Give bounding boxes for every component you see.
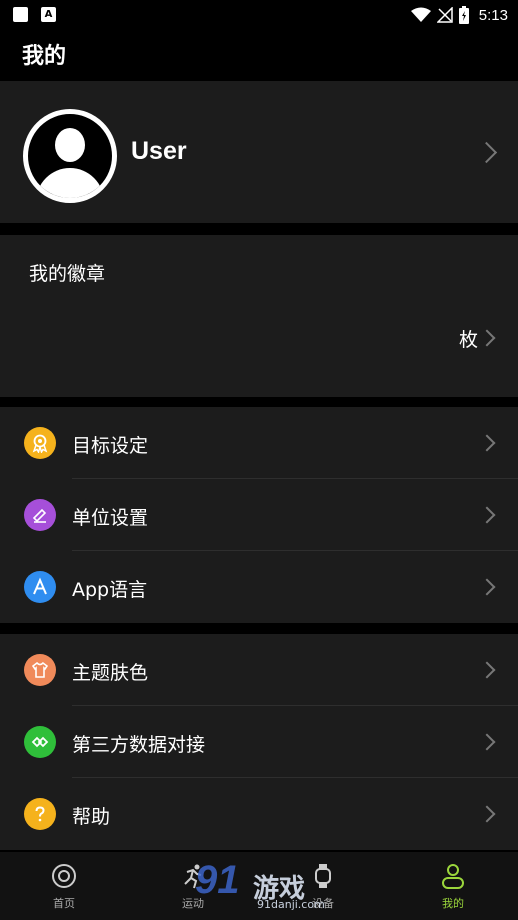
menu-item-units[interactable]: 单位设置: [0, 479, 518, 551]
notification-a-icon: A: [41, 7, 56, 22]
chevron-right-icon: [478, 578, 496, 596]
watch-icon: [315, 864, 331, 888]
running-icon: [184, 864, 202, 889]
notification-square-icon: [13, 7, 28, 22]
badges-count: 枚: [458, 329, 478, 351]
status-time: 5:13: [478, 6, 508, 24]
chevron-right-icon: [475, 141, 498, 164]
chevron-right-icon: [478, 506, 496, 524]
menu-item-label: 目标设定: [72, 435, 149, 457]
ruler-icon: [24, 499, 56, 531]
bottom-nav: 首页 运动 设备 我的: [0, 852, 518, 920]
menu-item-third-party[interactable]: 第三方数据对接: [0, 706, 518, 778]
nav-label: 首页: [53, 897, 75, 910]
medal-icon: [24, 427, 56, 459]
menu-item-goal[interactable]: 目标设定: [0, 407, 518, 479]
menu-item-label: App语言: [72, 579, 148, 601]
status-bar: A 5:13: [0, 0, 518, 30]
wifi-icon: [410, 7, 431, 22]
menu-item-label: 主题肤色: [72, 662, 149, 684]
menu-group-other: 主题肤色 第三方数据对接 帮助: [0, 634, 518, 850]
menu-item-label: 帮助: [72, 806, 111, 828]
menu-item-language[interactable]: App语言: [0, 551, 518, 623]
signal-icon: [436, 7, 453, 23]
profile-card[interactable]: User: [0, 81, 518, 223]
menu-item-label: 单位设置: [72, 507, 149, 529]
nav-tab-device[interactable]: 设备: [273, 852, 373, 920]
battery-icon: [458, 6, 469, 24]
link-icon: [24, 726, 56, 758]
chevron-right-icon: [478, 733, 496, 751]
menu-item-help[interactable]: 帮助: [0, 778, 518, 850]
badges-label: 我的徽章: [29, 263, 106, 285]
avatar[interactable]: [23, 109, 117, 203]
chevron-right-icon: [478, 661, 496, 679]
menu-item-theme[interactable]: 主题肤色: [0, 634, 518, 706]
nav-label: 设备: [312, 897, 334, 910]
nav-tab-sport[interactable]: 运动: [143, 852, 243, 920]
username: User: [131, 137, 187, 165]
menu-group-settings: 目标设定 单位设置 App语言: [0, 407, 518, 623]
avatar-head-icon: [55, 128, 85, 162]
badges-card[interactable]: 我的徽章 枚: [0, 235, 518, 397]
home-target-icon: [52, 864, 76, 888]
question-icon: [24, 798, 56, 830]
chevron-right-icon: [478, 329, 496, 347]
tshirt-icon: [24, 654, 56, 686]
menu-item-label: 第三方数据对接: [72, 734, 206, 756]
person-icon: [442, 864, 464, 889]
chevron-right-icon: [478, 805, 496, 823]
nav-label: 运动: [182, 897, 204, 910]
avatar-body-icon: [36, 168, 104, 198]
chevron-right-icon: [478, 434, 496, 452]
nav-label: 我的: [442, 897, 464, 910]
nav-tab-home[interactable]: 首页: [14, 852, 114, 920]
nav-tab-mine[interactable]: 我的: [403, 852, 503, 920]
letter-a-icon: [24, 571, 56, 603]
page-title: 我的: [22, 44, 67, 69]
